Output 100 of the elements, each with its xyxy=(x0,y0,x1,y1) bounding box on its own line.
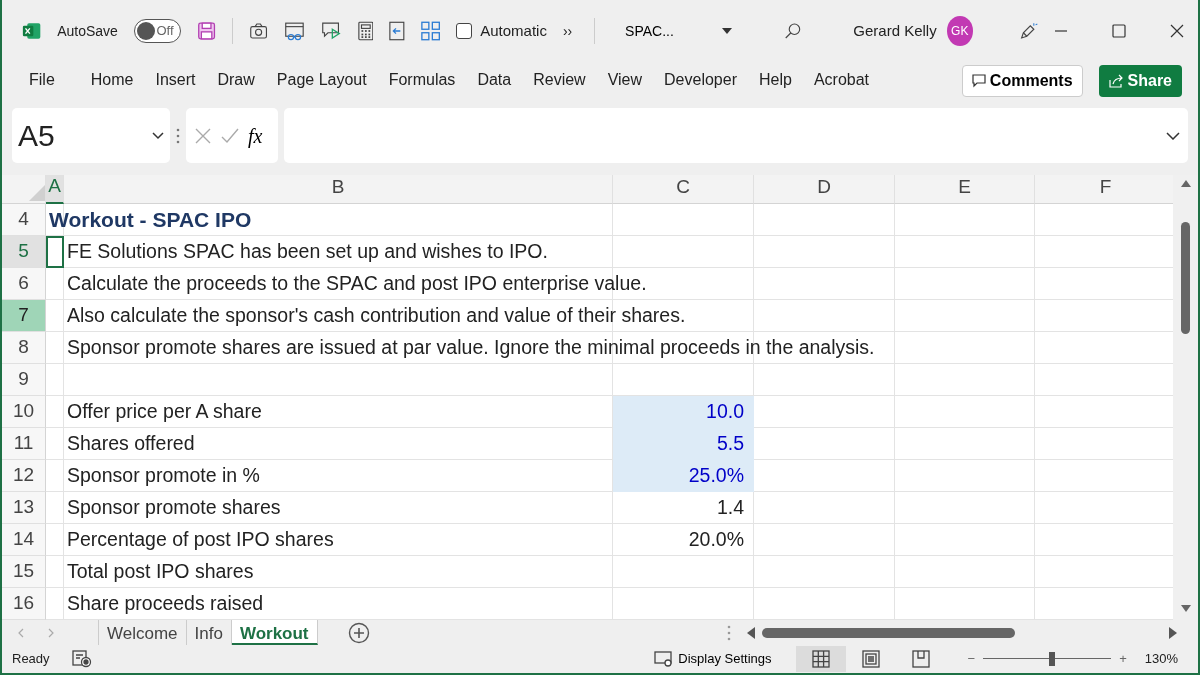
calculator-icon[interactable] xyxy=(357,20,374,42)
sheet-tab[interactable]: Info xyxy=(186,620,232,645)
cell-text: Percentage of post IPO shares xyxy=(67,527,334,553)
sheet-title: Workout - SPAC IPO xyxy=(49,207,252,234)
formula-field[interactable] xyxy=(284,108,1188,163)
pen-sparkle-icon[interactable] xyxy=(1018,20,1038,42)
add-sheet-icon[interactable] xyxy=(347,621,370,644)
chevron-down-icon xyxy=(152,131,164,140)
glasses-window-icon[interactable] xyxy=(283,20,305,42)
speech-bubble-icon xyxy=(971,74,986,88)
zoom-slider[interactable] xyxy=(983,652,1112,666)
row-header[interactable]: 11 xyxy=(2,428,46,460)
cell-text: Also calculate the sponsor's cash contribution and value of their shares. xyxy=(67,303,686,329)
speech-play-icon[interactable] xyxy=(320,20,342,42)
scroll-right-arrow-icon[interactable] xyxy=(1168,626,1177,639)
zoom-in-button[interactable]: + xyxy=(1119,649,1127,669)
caret-icon xyxy=(721,28,732,34)
sheet-tab[interactable]: Workout xyxy=(231,620,318,645)
cell-text: Sponsor promote shares xyxy=(67,495,281,521)
name-box[interactable]: A5 xyxy=(12,108,170,163)
row-header[interactable]: 4 xyxy=(2,204,46,236)
cell-text: Sponsor promote shares are issued at par value. Ignore the minimal proceeds in the analysis. xyxy=(67,335,875,361)
row-header[interactable]: 16 xyxy=(2,588,46,620)
ribbon-tab[interactable]: Page Layout xyxy=(265,63,378,99)
scroll-down-arrow-icon[interactable] xyxy=(1181,605,1192,612)
vertical-dots-icon xyxy=(176,127,180,144)
column-header[interactable]: F xyxy=(1035,175,1174,204)
comments-button[interactable]: Comments xyxy=(961,65,1083,97)
more-commands-chevron[interactable]: ›› xyxy=(562,20,573,42)
row-header[interactable]: 10 xyxy=(2,396,46,428)
spreadsheet-app-icon xyxy=(22,21,42,41)
ribbon-tab[interactable]: Draw xyxy=(206,63,266,99)
display-settings-button[interactable]: Display Settings xyxy=(654,649,772,669)
close-icon[interactable] xyxy=(1170,24,1184,38)
row-header[interactable]: 12 xyxy=(2,460,46,492)
chevron-down-icon[interactable] xyxy=(1166,131,1180,140)
arrow-into-panel-icon[interactable] xyxy=(389,20,405,42)
column-header[interactable]: D xyxy=(754,175,895,204)
search-icon[interactable] xyxy=(783,21,802,41)
ribbon-tab[interactable]: Data xyxy=(466,63,523,99)
input-cell[interactable]: 5.5 xyxy=(613,428,754,460)
row-header[interactable]: 9 xyxy=(2,364,46,396)
scroll-up-arrow-icon[interactable] xyxy=(1181,180,1192,187)
macro-record-icon[interactable] xyxy=(71,650,92,668)
share-icon xyxy=(1108,74,1124,88)
column-header[interactable]: E xyxy=(895,175,1035,204)
share-button[interactable]: Share xyxy=(1098,65,1182,97)
active-cell-frame[interactable] xyxy=(46,236,64,268)
page-layout-view-icon xyxy=(861,650,880,668)
autosave-label: AutoSave xyxy=(57,21,118,41)
page-break-view-icon xyxy=(911,650,930,668)
vertical-scrollbar-thumb[interactable] xyxy=(1181,222,1191,334)
insert-function-button[interactable]: fx xyxy=(248,120,263,151)
ribbon-tab[interactable]: Formulas xyxy=(377,63,467,99)
save-icon[interactable] xyxy=(196,20,216,42)
row-header[interactable]: 8 xyxy=(2,332,46,364)
calculation-checkbox[interactable]: Automatic xyxy=(456,19,547,43)
row-header[interactable]: 7 xyxy=(2,300,46,332)
column-header[interactable]: B xyxy=(64,175,613,204)
row-header[interactable]: 15 xyxy=(2,556,46,588)
view-button[interactable] xyxy=(795,646,846,672)
input-cell[interactable]: 25.0% xyxy=(613,460,754,492)
ribbon-tab[interactable]: Developer xyxy=(653,63,748,99)
zoom-level[interactable]: 130% xyxy=(1144,649,1178,669)
horizontal-scrollbar-thumb[interactable] xyxy=(761,627,1015,638)
zoom-slider-thumb[interactable] xyxy=(1049,652,1056,666)
ribbon-tab[interactable]: File xyxy=(18,63,66,99)
camera-icon[interactable] xyxy=(248,21,268,41)
ribbon-tab[interactable]: Acrobat xyxy=(802,63,880,99)
zoom-out-button[interactable]: − xyxy=(967,649,976,669)
cell-text: Sponsor promote in % xyxy=(67,463,260,489)
maximize-icon[interactable] xyxy=(1112,24,1126,38)
cell-text: Calculate the proceeds to the SPAC and post IPO enterprise value. xyxy=(67,271,647,297)
row-header[interactable]: 6 xyxy=(2,268,46,300)
ribbon-tab[interactable]: View xyxy=(596,63,654,99)
corner-triangle-icon xyxy=(29,185,45,201)
user-avatar[interactable]: GK xyxy=(946,16,973,46)
row-header[interactable]: 13 xyxy=(2,492,46,524)
scroll-left-arrow-icon[interactable] xyxy=(746,626,755,639)
cell-value: 1.4 xyxy=(716,495,744,521)
cell-text: FE Solutions SPAC has been set up and wishes to IPO. xyxy=(67,239,548,265)
row-header[interactable]: 5 xyxy=(2,236,46,268)
grid-layout-icon[interactable] xyxy=(421,20,441,42)
file-name-dropdown[interactable]: SPAC... xyxy=(619,19,738,43)
ribbon-tab[interactable]: Home xyxy=(79,63,145,99)
autosave-toggle[interactable]: Off xyxy=(133,19,181,43)
sheet-tab[interactable]: Welcome xyxy=(99,620,187,645)
cell-text: Total post IPO shares xyxy=(67,559,254,585)
row-header[interactable]: 14 xyxy=(2,524,46,556)
ribbon-tab[interactable]: Insert xyxy=(144,63,207,99)
cell-text: Offer price per A share xyxy=(67,399,262,425)
ribbon-tab[interactable]: Review xyxy=(522,63,597,99)
user-name: Gerard Kelly xyxy=(853,20,937,41)
column-header[interactable]: C xyxy=(613,175,754,204)
split-handle-icon[interactable] xyxy=(726,624,731,641)
column-header[interactable]: A xyxy=(46,175,64,204)
status-mode: Ready xyxy=(12,650,50,669)
ribbon-tab[interactable]: Help xyxy=(747,63,803,99)
input-cell[interactable]: 10.0 xyxy=(613,396,754,428)
normal-view-icon xyxy=(811,650,830,668)
